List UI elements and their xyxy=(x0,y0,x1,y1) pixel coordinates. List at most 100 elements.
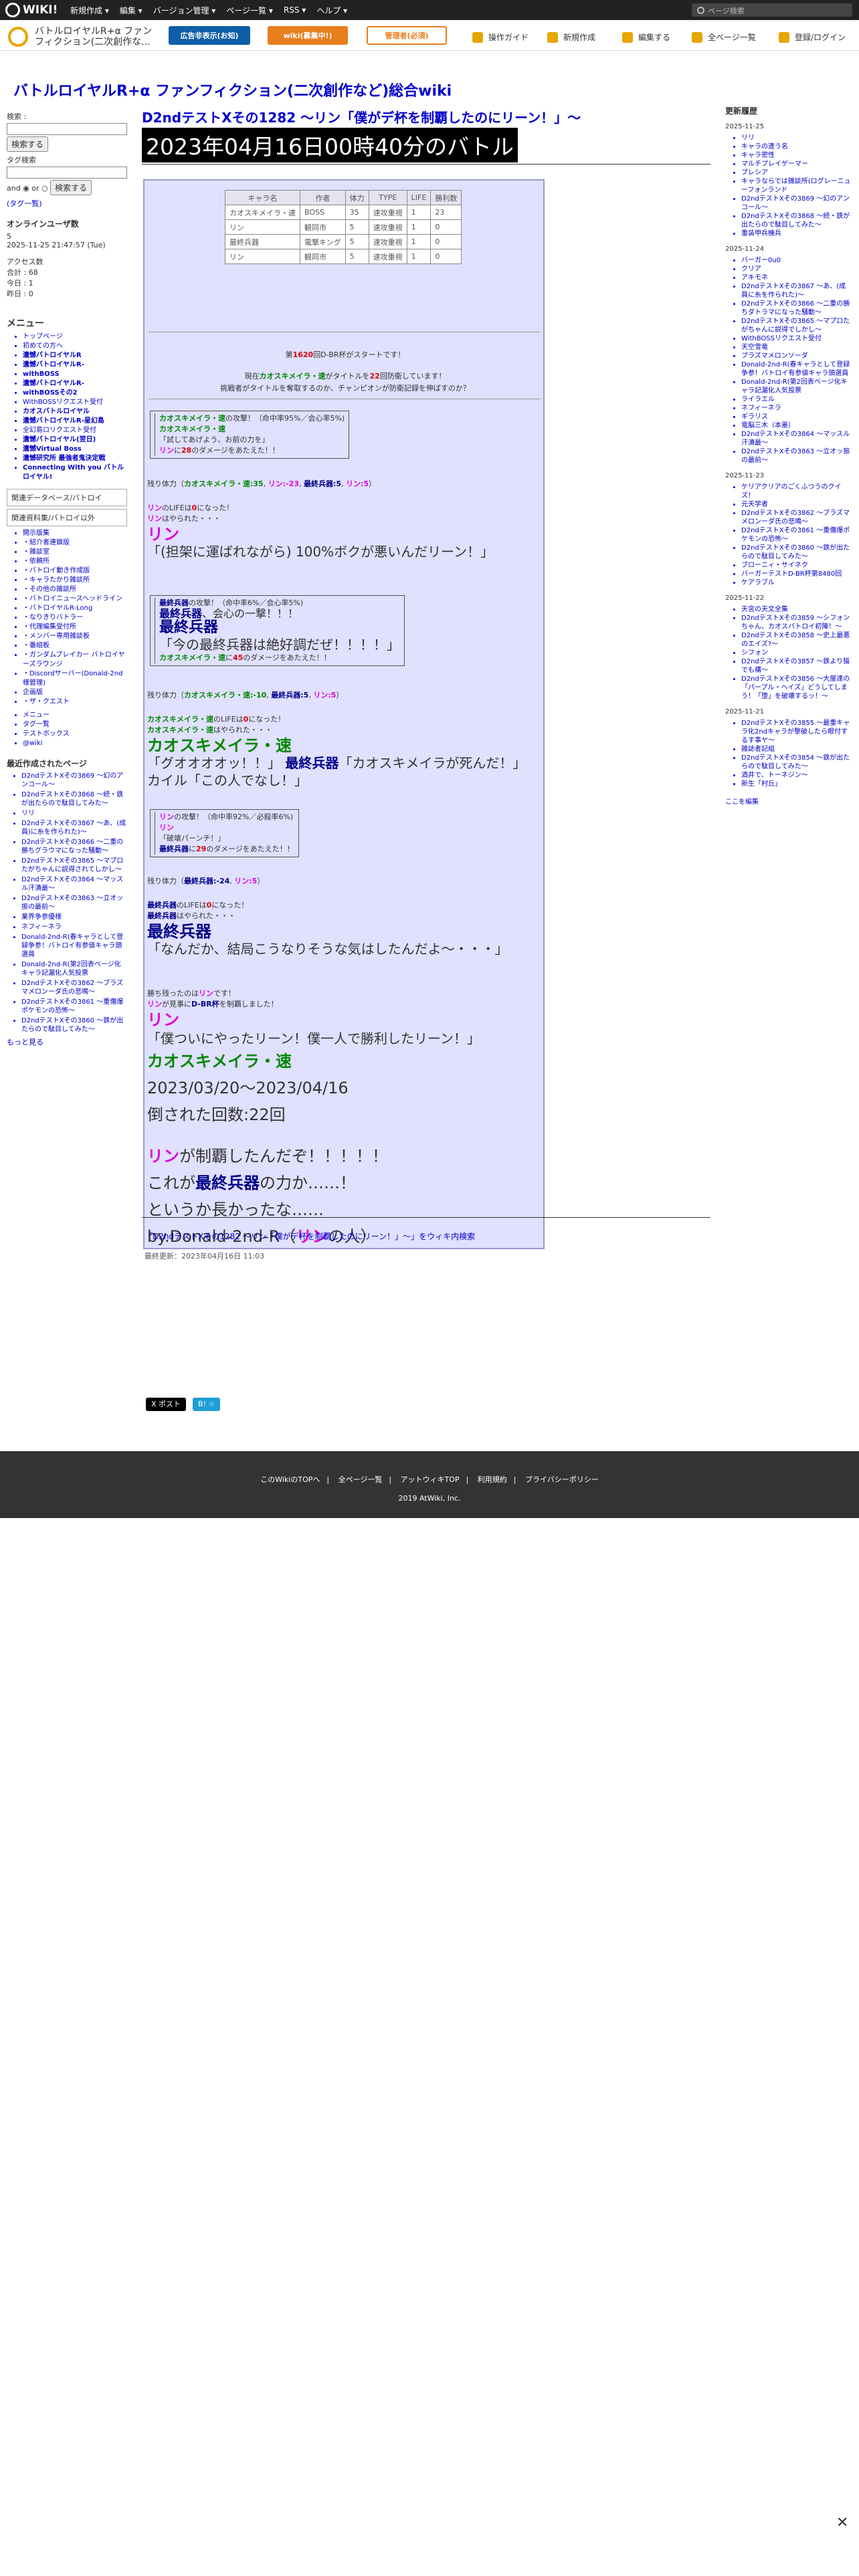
update-item[interactable]: Donald-2nd-R(第2回表ページ化キャラ記漏化人気投票 xyxy=(741,378,852,395)
menu-rss[interactable]: RSS ▾ xyxy=(284,5,306,15)
menu-item[interactable]: 遺憾バトロイヤルR- xyxy=(23,379,127,389)
update-item[interactable]: Donald-2nd-R(春キャラとして登録争参！バトロイ有参値キャラ頭選員 xyxy=(741,360,852,378)
more-link[interactable]: もっと見る xyxy=(7,1037,127,1047)
update-item[interactable]: バーガー0u0 xyxy=(741,256,852,265)
menu-item[interactable]: 遺憾バトロイヤルR xyxy=(23,351,127,360)
recent-page-item[interactable]: D2ndテストXその3868 〜続・鉄が出たらので駄目してみた〜 xyxy=(21,790,127,808)
footer-link-top[interactable]: このWikiのTOPへ xyxy=(260,1475,320,1484)
menu-item[interactable]: withBOSSその2 xyxy=(23,389,127,398)
update-item[interactable]: 新生「村丘」 xyxy=(741,780,852,788)
update-item[interactable]: D2ndテストXその3858 〜史上最悪のエイズ?〜 xyxy=(741,631,852,649)
recent-page-item[interactable]: 業界争参優様 xyxy=(21,913,127,922)
update-item[interactable]: D2ndテストXその3857 〜鉄より猫でも構〜 xyxy=(741,657,852,675)
update-item[interactable]: D2ndテストXその3861 〜重傷爆ポケモンの恐怖〜 xyxy=(741,526,852,544)
update-item[interactable]: D2ndテストXその3866 〜二重の勝ちダトラマになった騒動〜 xyxy=(741,300,852,317)
wiki-recruit-button[interactable]: wiki(募集中!) xyxy=(268,26,348,45)
recent-page-item[interactable]: Donald-2nd-R(第2回表ページ化キャラ記漏化人気投票 xyxy=(21,960,127,978)
menu-item[interactable]: WithBOSSリクエスト受付 xyxy=(23,398,127,407)
tag-list-link[interactable]: (タグ一覧) xyxy=(7,198,127,209)
sub-menu-item[interactable]: ・依頼所 xyxy=(23,557,127,566)
sub-menu-item[interactable]: ・その他の雑談所 xyxy=(23,585,127,595)
sub-menu-item[interactable]: ・代理編集受付所 xyxy=(23,623,127,632)
recent-page-item[interactable]: D2ndテストXその3865 〜マプロたがちゃんに説得されてしかし〜 xyxy=(21,857,127,874)
update-item[interactable]: D2ndテストXその3865 〜マプロたがちゃんに説得でしかし〜 xyxy=(741,317,852,334)
sub-menu-item[interactable]: ・ザ・クエスト xyxy=(23,697,127,707)
recent-page-item[interactable]: ネフィーネラ xyxy=(21,923,127,932)
page-search-input[interactable]: ページ検索 xyxy=(692,3,852,17)
recent-page-item[interactable]: D2ndテストXその3867 〜あ、(成員)に糸を作られた)〜 xyxy=(21,819,127,837)
recent-page-item[interactable]: D2ndテストXその3862 〜ブラズマメロンーダ氏の悲鳴〜 xyxy=(21,979,127,996)
related-db-box[interactable]: 関連データベース/バトロイ xyxy=(7,489,127,506)
update-item[interactable]: ケリアクリアのごくふつうのクイズ！ xyxy=(741,483,852,500)
footer-link-terms[interactable]: 利用規約 xyxy=(478,1475,507,1484)
menu-item[interactable]: withBOSS xyxy=(23,370,127,379)
sub-menu-item[interactable]: ・紹介者連鎖版 xyxy=(23,538,127,548)
menu-item[interactable]: 全幻島ロリクエスト受付 xyxy=(23,426,127,435)
sub-menu-item[interactable]: ・ガンダムブレイカー バトロイヤーズラウンジ xyxy=(23,651,127,669)
sub-menu-item[interactable]: ・バトロイ動き作成版 xyxy=(23,566,127,576)
menu-pages[interactable]: ページ一覧 ▾ xyxy=(226,5,273,16)
update-item[interactable]: 元天学者 xyxy=(741,500,852,509)
update-item[interactable]: ギラリス xyxy=(741,413,852,421)
sub-menu-item[interactable]: ・Discordサーバー(Donald-2nd様管理) xyxy=(23,669,127,688)
tag-search-button[interactable]: 検索する xyxy=(50,180,92,195)
update-item[interactable]: クリア xyxy=(741,265,852,274)
menu-item[interactable]: 遺憾バトロイヤルR-星幻島 xyxy=(23,417,127,426)
update-item[interactable]: キャラ密性 xyxy=(741,151,852,160)
guide-link[interactable]: 操作ガイド xyxy=(472,31,529,43)
update-item[interactable]: 電脳三木（本墨） xyxy=(741,421,852,430)
x-post-button[interactable]: X ポスト xyxy=(146,1398,187,1411)
recent-page-item[interactable]: D2ndテストXその3864 〜マッスル汗漬最〜 xyxy=(21,875,127,893)
login-link[interactable]: 登録/ログイン xyxy=(779,31,846,43)
all-pages-link[interactable]: 全ページ一覧 xyxy=(692,31,756,43)
update-item[interactable]: ネフィーネラ xyxy=(741,404,852,413)
recent-page-item[interactable]: リリ xyxy=(21,809,127,818)
other-item[interactable]: @wiki xyxy=(23,739,127,748)
recent-page-item[interactable]: D2ndテストXその3866 〜二重の勝ちグラウマになった騒動〜 xyxy=(21,838,127,855)
update-item[interactable]: 雑誌者記組 xyxy=(741,745,852,754)
menu-item[interactable]: 遺憾Virtual Boss xyxy=(23,445,127,454)
hatena-button[interactable]: B! ☆ xyxy=(193,1398,221,1411)
update-item[interactable]: D2ndテストXその3863 〜立オッ振の最前〜 xyxy=(741,447,852,465)
update-item[interactable]: 酒井で、トーネジン〜 xyxy=(741,771,852,780)
sub-menu-item[interactable]: 企画版 xyxy=(23,688,127,697)
update-item[interactable]: ライラエル xyxy=(741,395,852,404)
recent-page-item[interactable]: Donald-2nd-R(春キャラとして登録争参！バトロイ有参値キャラ頭選員 xyxy=(21,933,127,959)
sub-menu-item[interactable]: ・キャラたかり雑談所 xyxy=(23,576,127,585)
sub-menu-item[interactable]: ・バトロイニュースヘッドライン xyxy=(23,595,127,604)
search-input[interactable] xyxy=(7,123,127,135)
menu-item[interactable]: 遺憾バトロイヤルR- xyxy=(23,360,127,370)
update-item[interactable]: 天宮の天文全集 xyxy=(741,605,852,614)
menu-new[interactable]: 新規作成 ▾ xyxy=(70,5,109,16)
update-item[interactable]: D2ndテストXその3862 〜ブラズマメロンーダ氏の悲鳴〜 xyxy=(741,509,852,526)
update-item[interactable]: D2ndテストXその3854 〜鉄が出たらので駄目してみた〜 xyxy=(741,754,852,771)
update-item[interactable]: アキモネ xyxy=(741,274,852,282)
menu-item[interactable]: カオスバトルロイヤル xyxy=(23,407,127,417)
update-item[interactable]: D2ndテストXその3868 〜続・鉄が出たらので駄目してみた〜 xyxy=(741,212,852,229)
update-item[interactable]: ブローニィ・サイネク xyxy=(741,561,852,570)
update-item[interactable]: WithBOSSリクエスト受付 xyxy=(741,334,852,343)
recent-page-item[interactable]: D2ndテストXその3861 〜重傷爆ポケモンの恐怖〜 xyxy=(21,998,127,1015)
update-item[interactable]: 重装甲兵機兵 xyxy=(741,229,852,238)
menu-item[interactable]: トップページ xyxy=(23,332,127,342)
edit-link[interactable]: 編集する xyxy=(622,31,670,43)
new-page-link[interactable]: 新規作成 xyxy=(547,31,595,43)
footer-link-pages[interactable]: 全ページ一覧 xyxy=(339,1475,383,1484)
atwiki-logo[interactable]: WIKI! xyxy=(5,3,58,17)
menu-version[interactable]: バージョン管理 ▾ xyxy=(153,5,216,16)
other-item[interactable]: テストボックス xyxy=(23,730,127,739)
update-item[interactable]: ケアラブル xyxy=(741,578,852,587)
update-item[interactable]: プラズマメロンソーダ xyxy=(741,352,852,360)
wiki-search-link[interactable]: 「D2ndテストXその1282 〜リン「僕がデ杯を制覇したのにリーン！」〜」をウ… xyxy=(145,1230,475,1242)
menu-edit[interactable]: 編集 ▾ xyxy=(120,5,142,16)
update-item[interactable]: リリ xyxy=(741,134,852,142)
menu-item[interactable]: 遺憾研究所 最強者鬼決定戦 xyxy=(23,454,127,463)
update-item[interactable]: バーガーテストD-BR杯第8480回 xyxy=(741,570,852,578)
sub-menu-item[interactable]: ・バトロイヤルR-Long xyxy=(23,604,127,613)
footer-link-atwiki[interactable]: アットウィキTOP xyxy=(401,1475,460,1484)
recent-page-item[interactable]: D2ndテストXその3863 〜立オッ振の最前〜 xyxy=(21,894,127,911)
update-item[interactable]: キャラならでは雑談所(ログレーニューフォンランド xyxy=(741,177,852,195)
update-item[interactable]: D2ndテストXその3855 〜最重キャラ化2ndキャラが撃破したら眼付するす事… xyxy=(741,719,852,745)
update-item[interactable]: D2ndテストXその3856 〜大屋達の「パープル・ヘイズ」どうしてしまう！「堕… xyxy=(741,675,852,701)
footer-link-privacy[interactable]: プライバシーポリシー xyxy=(525,1475,599,1484)
